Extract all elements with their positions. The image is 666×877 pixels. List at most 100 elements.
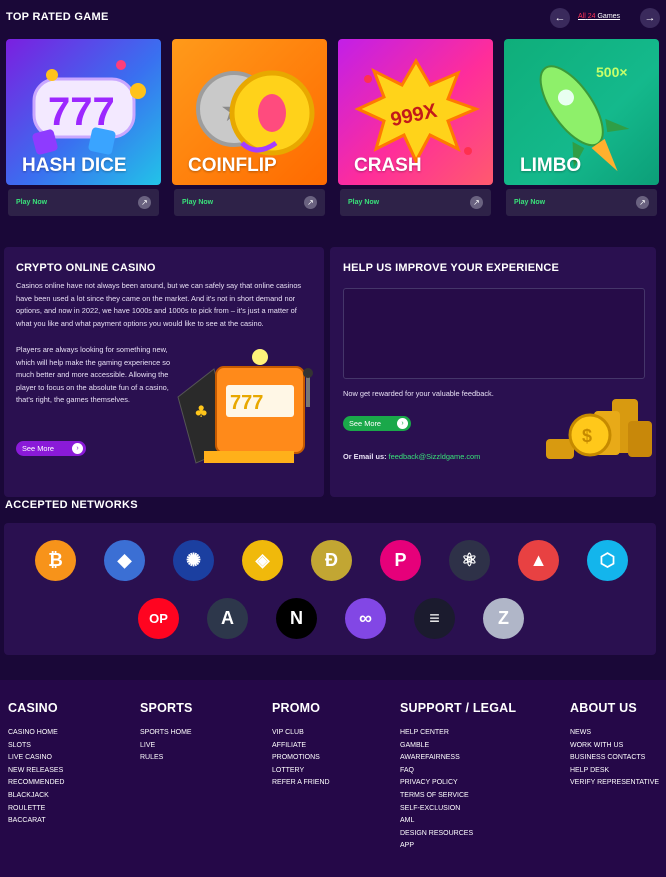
- help-improve-panel: HELP US IMPROVE YOUR EXPERIENCE Now get …: [330, 247, 656, 497]
- networks-title: ACCEPTED NETWORKS: [5, 499, 138, 511]
- footer-link[interactable]: DESIGN RESOURCES: [400, 828, 516, 841]
- feedback-textarea[interactable]: [343, 288, 645, 379]
- reward-text: Now get rewarded for your valuable feedb…: [343, 389, 494, 398]
- slot-machine-illustration-icon: ♣ 777: [177, 349, 313, 464]
- footer-link[interactable]: TERMS OF SERVICE: [400, 790, 516, 803]
- footer-link[interactable]: FAQ: [400, 765, 516, 778]
- footer-link[interactable]: RULES: [140, 752, 193, 765]
- footer-link[interactable]: SLOTS: [8, 740, 64, 753]
- footer-link[interactable]: VIP CLUB: [272, 727, 330, 740]
- footer-link[interactable]: NEW RELEASES: [8, 765, 64, 778]
- game-title: COINFLIP: [188, 155, 277, 176]
- email-link[interactable]: feedback@Sizzldgame.com: [389, 452, 481, 461]
- footer-link[interactable]: AFFILIATE: [272, 740, 330, 753]
- optimism-icon: OP: [138, 598, 179, 639]
- section-title: TOP RATED GAME: [6, 11, 109, 23]
- footer-link[interactable]: ROULETTE: [8, 803, 64, 816]
- footer-link[interactable]: HELP DESK: [570, 765, 659, 778]
- footer-link[interactable]: GAMBLE: [400, 740, 516, 753]
- svg-text:$: $: [582, 426, 592, 446]
- footer-heading: PROMO: [272, 701, 321, 715]
- arrow-right-icon: ›: [397, 418, 408, 429]
- casino-paragraph-1: Casinos online have not always been arou…: [16, 281, 302, 328]
- limbo-multiplier: 500×: [596, 64, 628, 80]
- footer-link[interactable]: AML: [400, 815, 516, 828]
- play-now-button[interactable]: Play Now ↗: [174, 189, 325, 216]
- footer-link[interactable]: PRIVACY POLICY: [400, 777, 516, 790]
- casino-see-more-button[interactable]: See More ›: [16, 441, 86, 456]
- footer-link[interactable]: PROMOTIONS: [272, 752, 330, 765]
- footer-link[interactable]: LOTTERY: [272, 765, 330, 778]
- game-art[interactable]: ★ COINFLIP: [172, 39, 327, 185]
- footer-heading: SUPPORT / LEGAL: [400, 701, 517, 715]
- help-see-more-button[interactable]: See More ›: [343, 416, 411, 431]
- zilliqa-icon: Z: [483, 598, 524, 639]
- footer-link[interactable]: WORK WITH US: [570, 740, 659, 753]
- networks-panel: ₿ ◆ ✺ ◈ Ð P ⚛ ▲ ⬡ OP A N ∞ ≡ Z: [4, 523, 656, 655]
- footer-col-promo: PROMO VIP CLUB AFFILIATE PROMOTIONS LOTTERY…: [272, 701, 330, 790]
- cardano-icon: ✺: [173, 540, 214, 581]
- footer-link[interactable]: BACCARAT: [8, 815, 64, 828]
- arrow-up-right-icon: ↗: [304, 196, 317, 209]
- footer-link[interactable]: VERIFY REPRESENTATIVE: [570, 777, 659, 790]
- fantom-icon: ⬡: [587, 540, 628, 581]
- game-card-crash[interactable]: 999X CRASH Play Now ↗: [338, 39, 493, 218]
- arrow-right-icon: ›: [72, 443, 83, 454]
- footer-link[interactable]: BLACKJACK: [8, 790, 64, 803]
- footer-link[interactable]: SPORTS HOME: [140, 727, 193, 740]
- avalanche-icon: ▲: [518, 540, 559, 581]
- footer-link[interactable]: SELF-EXCLUSION: [400, 803, 516, 816]
- game-card-hash-dice[interactable]: 777 HASH DICE Play Now ↗: [6, 39, 161, 218]
- footer-link[interactable]: LIVE: [140, 740, 193, 753]
- panel-title: CRYPTO ONLINE CASINO: [16, 262, 156, 274]
- play-now-label: Play Now: [16, 199, 48, 206]
- games-label: Games: [597, 13, 621, 20]
- play-now-button[interactable]: Play Now ↗: [8, 189, 159, 216]
- crypto-casino-panel: CRYPTO ONLINE CASINO Casinos online have…: [4, 247, 324, 497]
- svg-text:777: 777: [48, 90, 115, 134]
- dogecoin-icon: Ð: [311, 540, 352, 581]
- all-label: All: [578, 13, 586, 20]
- play-now-label: Play Now: [514, 199, 546, 206]
- game-art[interactable]: 777 HASH DICE: [6, 39, 161, 185]
- game-card-coinflip[interactable]: ★ COINFLIP Play Now ↗: [172, 39, 327, 218]
- game-art[interactable]: 999X CRASH: [338, 39, 493, 185]
- game-card-limbo[interactable]: 500× LIMBO Play Now ↗: [504, 39, 659, 218]
- footer-heading: SPORTS: [140, 701, 193, 715]
- binance-icon: ◈: [242, 540, 283, 581]
- all-games-link[interactable]: All 24 Games: [578, 13, 620, 20]
- arrow-up-right-icon: ↗: [470, 196, 483, 209]
- next-arrow-icon[interactable]: →: [640, 8, 660, 28]
- cosmos-icon: ⚛: [449, 540, 490, 581]
- solana-icon: ≡: [414, 598, 455, 639]
- footer-link[interactable]: AWAREFAIRNESS: [400, 752, 516, 765]
- footer-link[interactable]: BUSINESS CONTACTS: [570, 752, 659, 765]
- gold-coins-icon: $: [546, 399, 652, 459]
- footer-col-about: ABOUT US NEWS WORK WITH US BUSINESS CONTAC…: [570, 701, 659, 790]
- footer-col-support: SUPPORT / LEGAL HELP CENTER GAMBLE AWAREFA…: [400, 701, 516, 853]
- footer-link[interactable]: APP: [400, 840, 516, 853]
- footer-link[interactable]: CASINO HOME: [8, 727, 64, 740]
- footer-col-casino: CASINO CASINO HOME SLOTS LIVE CASINO NEW RE…: [8, 701, 64, 828]
- footer-link[interactable]: NEWS: [570, 727, 659, 740]
- play-now-button[interactable]: Play Now ↗: [340, 189, 491, 216]
- casino-paragraph-2: Players are always looking for something…: [16, 345, 171, 405]
- games-count: 24: [587, 13, 596, 20]
- polkadot-icon: P: [380, 540, 421, 581]
- panel-title: HELP US IMPROVE YOUR EXPERIENCE: [343, 262, 560, 274]
- footer-link[interactable]: HELP CENTER: [400, 727, 516, 740]
- email-line: Or Email us: feedback@Sizzldgame.com: [343, 451, 543, 464]
- footer-link[interactable]: REFER A FRIEND: [272, 777, 330, 790]
- see-more-label: See More: [22, 444, 55, 453]
- game-title: HASH DICE: [22, 155, 127, 176]
- play-now-button[interactable]: Play Now ↗: [506, 189, 657, 216]
- prev-arrow-icon[interactable]: ←: [550, 8, 570, 28]
- footer-link[interactable]: LIVE CASINO: [8, 752, 64, 765]
- footer-heading: CASINO: [8, 701, 58, 715]
- game-art[interactable]: 500× LIMBO: [504, 39, 659, 185]
- games-nav: ← All 24 Games →: [550, 8, 660, 28]
- play-now-label: Play Now: [182, 199, 214, 206]
- game-title: CRASH: [354, 155, 422, 176]
- footer-link[interactable]: RECOMMENDED: [8, 777, 64, 790]
- see-more-label: See More: [349, 419, 382, 428]
